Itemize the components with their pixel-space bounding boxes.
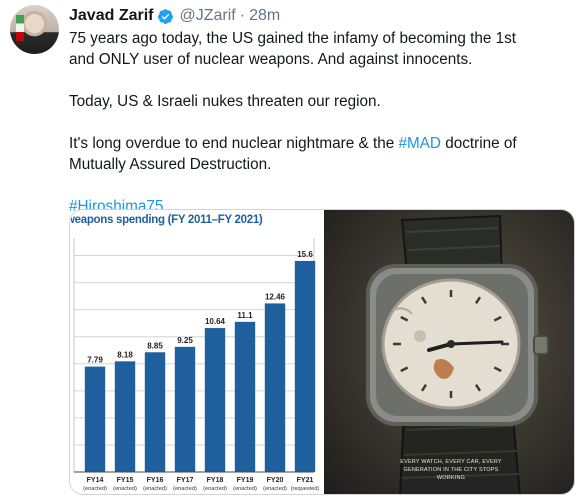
bar-fy18 — [204, 328, 226, 472]
tweet-timestamp[interactable]: 28m — [249, 7, 280, 25]
bar-value-label: 11.1 — [237, 311, 253, 320]
x-tick-label: FY16 — [147, 477, 164, 484]
tweet-header: Javad Zarif @JZarif · 28m — [69, 4, 280, 28]
author-name[interactable]: Javad Zarif — [69, 7, 153, 25]
x-tick-label: FY15 — [117, 477, 134, 484]
bar-value-label: 9.25 — [177, 336, 193, 345]
x-tick-label: FY17 — [177, 477, 194, 484]
tweet-text: 75 years ago today, the US gained the in… — [69, 28, 574, 217]
x-sub-label: (enacted) — [143, 486, 167, 492]
tweet-line: and ONLY user of nuclear weapons. And ag… — [69, 51, 473, 68]
x-tick-label: FY18 — [207, 477, 224, 484]
verified-badge-icon — [158, 8, 174, 24]
bar-value-label: 8.85 — [147, 341, 163, 350]
tweet-line: 75 years ago today, the US gained the in… — [69, 30, 517, 47]
bar-value-label: 10.64 — [205, 317, 226, 326]
x-tick-label: FY19 — [237, 477, 254, 484]
x-tick-label: FY20 — [267, 477, 284, 484]
watch-photo[interactable]: EVERY WATCH, EVERY CAR, EVERY GENERATION… — [324, 210, 574, 494]
x-sub-label: (enacted) — [203, 486, 227, 492]
tweet-line: It's long overdue to end nuclear nightma… — [69, 133, 574, 154]
photo-caption: EVERY WATCH, EVERY CAR, EVERY GENERATION… — [400, 459, 502, 481]
tweet-text-segment: It's long overdue to end nuclear nightma… — [69, 135, 399, 152]
bar-fy20 — [264, 303, 286, 472]
x-sub-label: (enacted) — [233, 486, 257, 492]
x-sub-label: (requested) — [291, 486, 320, 492]
author-avatar[interactable] — [10, 5, 59, 54]
x-sub-label: (enacted) — [83, 486, 107, 492]
tweet-media: weapons spending (FY 2011–FY 2021) 7.79 F… — [69, 209, 575, 495]
x-tick-label: FY14 — [87, 477, 104, 484]
bar-fy17 — [174, 346, 196, 472]
flag-image — [16, 15, 24, 41]
watch-illustration — [366, 214, 549, 494]
hashtag-mad-link[interactable]: #MAD — [398, 135, 441, 152]
bar-fy16 — [144, 352, 166, 472]
tweet-line: Today, US & Israeli nukes threaten our r… — [69, 93, 381, 110]
x-sub-label: (enacted) — [173, 486, 197, 492]
tweet-text-segment: doctrine of — [440, 135, 517, 152]
bar-value-label: 8.18 — [117, 350, 133, 359]
bar-fy15 — [114, 361, 136, 472]
bar-fy19 — [234, 321, 256, 472]
x-sub-label: (enacted) — [113, 486, 137, 492]
bar-fy21 — [294, 260, 316, 472]
header-separator: · — [239, 7, 246, 24]
tweet-line: Mutually Assured Destruction. — [69, 156, 272, 173]
bar-fy14 — [84, 366, 106, 472]
chart-image[interactable]: weapons spending (FY 2011–FY 2021) 7.79 F… — [70, 210, 321, 494]
bar-value-label: 12.46 — [265, 292, 286, 301]
bar-value-label: 7.79 — [87, 356, 103, 365]
author-handle[interactable]: @JZarif — [179, 7, 235, 25]
x-tick-label: FY21 — [297, 477, 314, 484]
x-sub-label: (enacted) — [263, 486, 287, 492]
bar-chart: 7.79 FY14 (enacted) 8.18 FY15 (enacted) 8.85 FY… — [73, 238, 320, 492]
bar-value-label: 15.6 — [297, 250, 313, 259]
